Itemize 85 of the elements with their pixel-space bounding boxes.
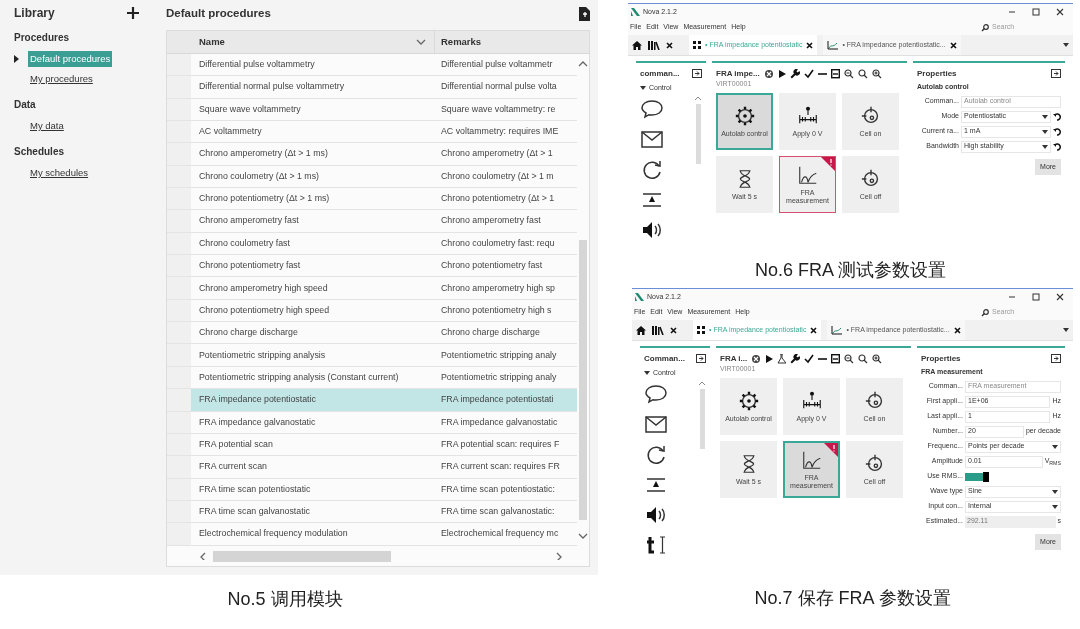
table-cell-text: Electrochemical frequency modulation (198, 527, 349, 541)
figure-caption: No.6 FRA 测试参数设置 (755, 259, 946, 282)
table-cell-text: Chrono amperometry (Δt > 1 (440, 147, 553, 161)
table-row[interactable]: FRA potential scan FRA potential scan: requires F (167, 433, 577, 457)
table-cell-text: Chrono amperometry high sp (440, 281, 555, 295)
table-cell-text: Potentiometric stripping analysis (Constant current) (198, 370, 400, 384)
table-cell-text: Chrono potentiometry fast (198, 259, 302, 273)
table-cell-text: Chrono potentiometry (Δt > 1 (440, 192, 555, 206)
table-cell-text: Chrono charge discharge (198, 326, 299, 340)
column-header[interactable]: Remarks (435, 31, 589, 53)
table-cell-text: FRA time scan galvanostatic: (440, 504, 555, 518)
section-heading: Schedules (14, 145, 66, 159)
column-header[interactable]: Name (191, 31, 435, 53)
figure-caption: No.5 调用模块 (227, 588, 343, 611)
table-row[interactable]: FRA time scan potentiostatic FRA time scan potentiostatic: (167, 478, 577, 501)
table-row[interactable]: Chrono potentiometry fast Chrono potentiometry fast (167, 255, 577, 278)
table-cell-text: Chrono amperometry (Δt > 1 ms) (198, 147, 329, 161)
section-heading: Data (14, 98, 37, 112)
tree-item[interactable]: My schedules (28, 165, 91, 181)
table-row[interactable]: Differential normal pulse voltammetry Differential normal pulse volta (167, 76, 577, 99)
table-cell-text: Chrono amperometry fast (198, 214, 300, 228)
table-cell-text: Differential normal pulse voltammetry (198, 80, 346, 94)
table-row[interactable]: Chrono potentiometry high speed Chrono potentiometry high s (167, 299, 577, 323)
table-cell-text: Chrono potentiometry (Δt > 1 ms) (198, 192, 331, 206)
table-cell-text: Chrono coulometry fast (198, 236, 291, 250)
table-cell-text: FRA potential scan: requires F (440, 437, 560, 451)
table-cell-text: Chrono amperometry fast (440, 214, 541, 228)
table-row[interactable]: Potentiometric stripping analysis Potentiometric stripping analy (167, 344, 577, 367)
table-row[interactable]: Chrono charge discharge Chrono charge discharge (167, 322, 577, 345)
panel-title: Properties (921, 352, 961, 365)
page-title: Default procedures (166, 6, 271, 22)
table-cell-text: Potentiometric stripping analysis (198, 348, 327, 362)
table-cell-text: AC voltammetry: requires IME (440, 125, 559, 139)
table-row[interactable]: FRA current scan FRA current scan: requires FR (167, 456, 577, 479)
table-cell-text: FRA potential scan (198, 437, 274, 451)
table-row[interactable]: Chrono amperometry high speed Chrono amperometry high sp (167, 277, 577, 300)
table-cell-text: FRA time scan potentiostatic: (440, 482, 555, 496)
table-row[interactable]: FRA impedance potentiostatic FRA impedance potentiostati (167, 389, 577, 412)
tree-item[interactable]: My procedures (28, 71, 95, 87)
table-cell-text: Chrono potentiometry high s (440, 303, 552, 317)
table-row[interactable]: Chrono potentiometry (Δt > 1 ms) Chrono potentiometry (Δt > 1 (167, 188, 577, 211)
table-cell-text: Chrono coulometry (Δt > 1 m (440, 169, 554, 183)
panel-title: Properties (917, 67, 957, 80)
table-cell-text: FRA time scan galvanostatic (198, 504, 311, 518)
panel-title: Comman... (644, 352, 685, 365)
table-cell-text: Chrono amperometry high speed (198, 281, 329, 295)
panel-title: Library (14, 5, 55, 22)
table-cell-text: Chrono coulometry (Δt > 1 ms) (198, 169, 321, 183)
table-cell-text: FRA impedance potentiostatic (198, 393, 317, 407)
table-row[interactable]: Chrono coulometry fast Chrono coulometry fast: requ (167, 232, 577, 256)
table-row[interactable]: Differential pulse voltammetry Differential pulse voltammetr (167, 54, 577, 77)
section-heading: Procedures (14, 31, 71, 45)
table-row[interactable]: FRA time scan galvanostatic FRA time scan galvanostatic: (167, 500, 577, 524)
table-cell-text: Differential normal pulse volta (440, 80, 557, 94)
table-cell-text: Differential pulse voltammetr (440, 58, 553, 72)
table-cell-text: Chrono potentiometry high speed (198, 303, 331, 317)
table-cell-text: FRA impedance galvanostatic (440, 415, 558, 429)
table-cell-text: AC voltammetry (198, 125, 263, 139)
table-cell-text: Electrochemical frequency mc (440, 527, 559, 541)
table-cell-text: FRA current scan: requires FR (440, 460, 560, 474)
table-cell-text: Potentiometric stripping analy (440, 370, 557, 384)
table-cell-text: Differential pulse voltammetry (198, 58, 316, 72)
table-row[interactable]: FRA impedance galvanostatic FRA impedance galvanostatic (167, 411, 577, 434)
table-row[interactable]: Potentiometric stripping analysis (Constant current) Potentiometric stripping analy (167, 366, 577, 390)
panel-title: FRA impe... (716, 67, 760, 80)
tree-item[interactable]: My data (28, 118, 66, 134)
table-row[interactable]: Chrono amperometry (Δt > 1 ms) Chrono amperometry (Δt > 1 (167, 143, 577, 166)
table-cell-text: FRA time scan potentiostatic (198, 482, 312, 496)
table-cell-text: Chrono potentiometry fast (440, 259, 543, 273)
table-row[interactable]: Chrono amperometry fast Chrono amperometry fast (167, 210, 577, 233)
table-cell-text: Chrono charge discharge (440, 326, 540, 340)
panel-title: FRA i... (720, 352, 748, 365)
table-cell-text: FRA current scan (198, 460, 268, 474)
table-cell-text: FRA impedance potentiostati (440, 393, 554, 407)
table-row[interactable]: AC voltammetry AC voltammetry: requires IME (167, 121, 577, 144)
table-row[interactable]: Chrono coulometry (Δt > 1 ms) Chrono coulometry (Δt > 1 m (167, 165, 577, 189)
table-cell-text: FRA impedance galvanostatic (198, 415, 317, 429)
table-row[interactable]: Square wave voltammetry Square wave voltammetry: re (167, 98, 577, 122)
figure-caption: No.7 保存 FRA 参数设置 (754, 587, 951, 610)
table-cell-text: Potentiometric stripping analy (440, 348, 557, 362)
table-cell-text: Square wave voltammetry (198, 102, 302, 116)
panel-title: comman... (640, 67, 680, 80)
table-cell-text: Chrono coulometry fast: requ (440, 236, 555, 250)
table-row[interactable]: Electrochemical frequency modulation Electrochemical frequency mc (167, 523, 577, 546)
table-cell-text: Square wave voltammetry: re (440, 102, 556, 116)
